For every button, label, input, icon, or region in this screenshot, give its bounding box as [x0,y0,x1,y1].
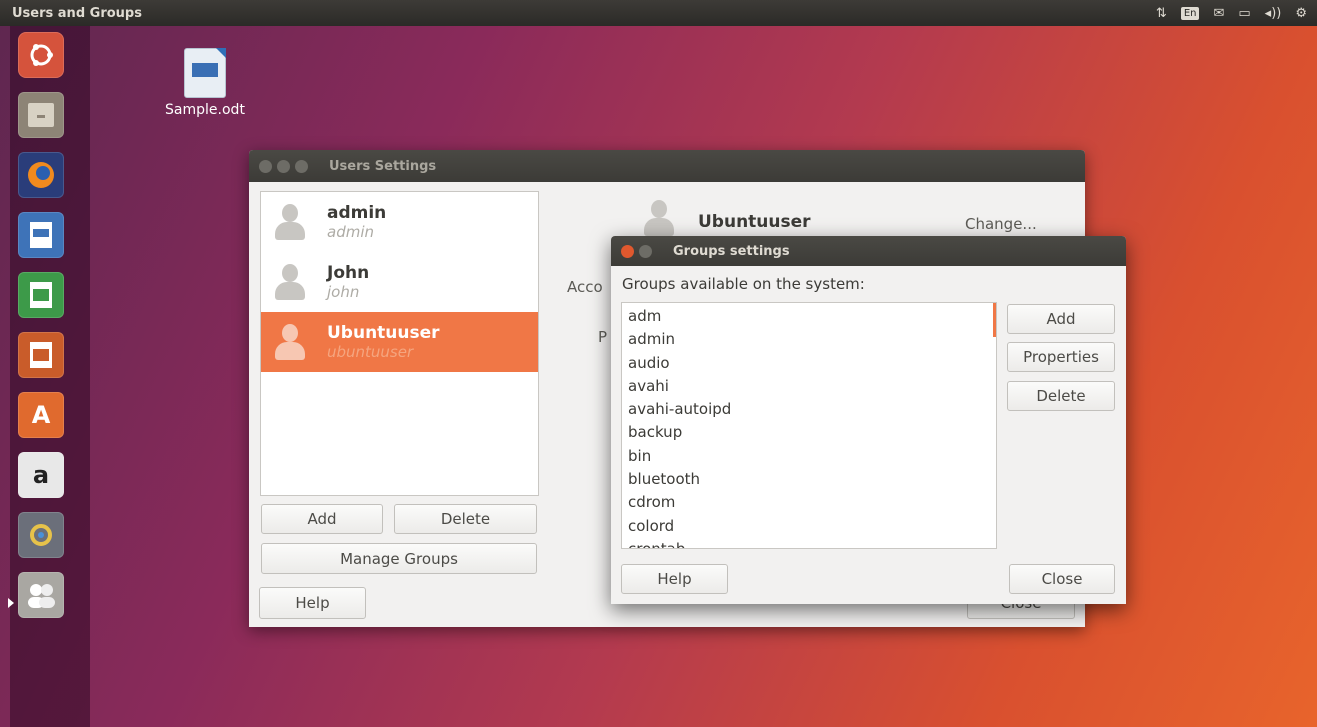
system-tray: ⇅ En ✉ ▭ ◂)) ⚙ [1156,0,1307,26]
window-title: Users Settings [329,158,437,174]
files-icon[interactable] [18,92,64,138]
volume-icon[interactable]: ◂)) [1265,6,1282,21]
user-row-john[interactable]: John john [261,252,538,312]
list-item[interactable]: cdrom [622,491,996,514]
software-center-icon[interactable]: A [18,392,64,438]
groups-settings-dialog: Groups settings Groups available on the … [611,236,1126,604]
desktop-file-sample[interactable]: Sample.odt [155,48,255,118]
list-item[interactable]: crontab [622,538,996,548]
list-item[interactable]: bin [622,445,996,468]
help-button[interactable]: Help [621,564,728,594]
list-item[interactable]: avahi-autoipd [622,398,996,421]
document-icon [184,48,226,98]
groups-settings-titlebar[interactable]: Groups settings [611,236,1126,266]
list-item[interactable]: adm [622,305,996,328]
ubuntu-dash-icon[interactable] [18,32,64,78]
user-login: ubuntuuser [327,343,414,361]
close-window-icon[interactable] [259,159,272,173]
group-properties-button[interactable]: Properties [1007,342,1115,372]
mail-icon[interactable]: ✉ [1213,6,1224,21]
close-window-icon[interactable] [621,244,634,258]
user-name: John [327,263,370,283]
users-settings-titlebar[interactable]: Users Settings [249,150,1085,182]
groups-list[interactable]: adm admin audio avahi avahi-autoipd back… [621,302,997,549]
add-user-button[interactable]: Add [261,504,383,534]
change-user-link[interactable]: Change... [965,215,1037,233]
list-item[interactable]: audio [622,352,996,375]
avatar-icon [273,202,307,242]
add-group-button[interactable]: Add [1007,304,1115,334]
groups-caption: Groups available on the system: [622,275,865,293]
dialog-title: Groups settings [673,243,790,259]
user-name: admin [327,203,387,223]
maximize-window-icon[interactable] [295,159,308,173]
app-title: Users and Groups [12,5,142,21]
minimize-window-icon[interactable] [639,244,652,258]
user-name: Ubuntuuser [327,323,440,343]
user-list: admin admin John john Ubuntuuser ubuntuu… [260,191,539,496]
top-panel: Users and Groups ⇅ En ✉ ▭ ◂)) ⚙ [0,0,1317,26]
list-item[interactable]: backup [622,421,996,444]
delete-user-button[interactable]: Delete [394,504,537,534]
launcher: A a [8,26,90,727]
gear-icon[interactable]: ⚙ [1295,6,1307,21]
help-button[interactable]: Help [259,587,366,619]
password-label: P [598,328,608,346]
avatar-icon [273,322,307,362]
selected-user-name: Ubuntuuser [698,212,811,232]
calc-icon[interactable] [18,272,64,318]
selected-user-avatar-icon[interactable] [642,198,676,238]
avatar-icon [273,262,307,302]
manage-groups-button[interactable]: Manage Groups [261,543,537,574]
writer-icon[interactable] [18,212,64,258]
list-item[interactable]: avahi [622,375,996,398]
close-button[interactable]: Close [1009,564,1115,594]
list-item[interactable]: bluetooth [622,468,996,491]
amazon-icon[interactable]: a [18,452,64,498]
list-item[interactable]: admin [622,328,996,351]
keyboard-layout-indicator[interactable]: En [1180,6,1200,20]
user-row-admin[interactable]: admin admin [261,192,538,252]
user-login: john [327,283,360,301]
battery-icon[interactable]: ▭ [1238,6,1250,21]
list-item[interactable]: colord [622,515,996,538]
impress-icon[interactable] [18,332,64,378]
minimize-window-icon[interactable] [277,159,290,173]
scrollbar[interactable] [993,303,996,337]
user-login: admin [327,223,374,241]
delete-group-button[interactable]: Delete [1007,381,1115,411]
desktop-file-label: Sample.odt [165,102,245,118]
account-type-label: Acco [567,278,603,296]
users-and-groups-icon[interactable] [18,572,64,618]
network-updown-icon[interactable]: ⇅ [1156,6,1167,21]
system-settings-icon[interactable] [18,512,64,558]
user-row-ubuntuuser[interactable]: Ubuntuuser ubuntuuser [261,312,538,372]
firefox-icon[interactable] [18,152,64,198]
active-indicator [8,598,14,608]
